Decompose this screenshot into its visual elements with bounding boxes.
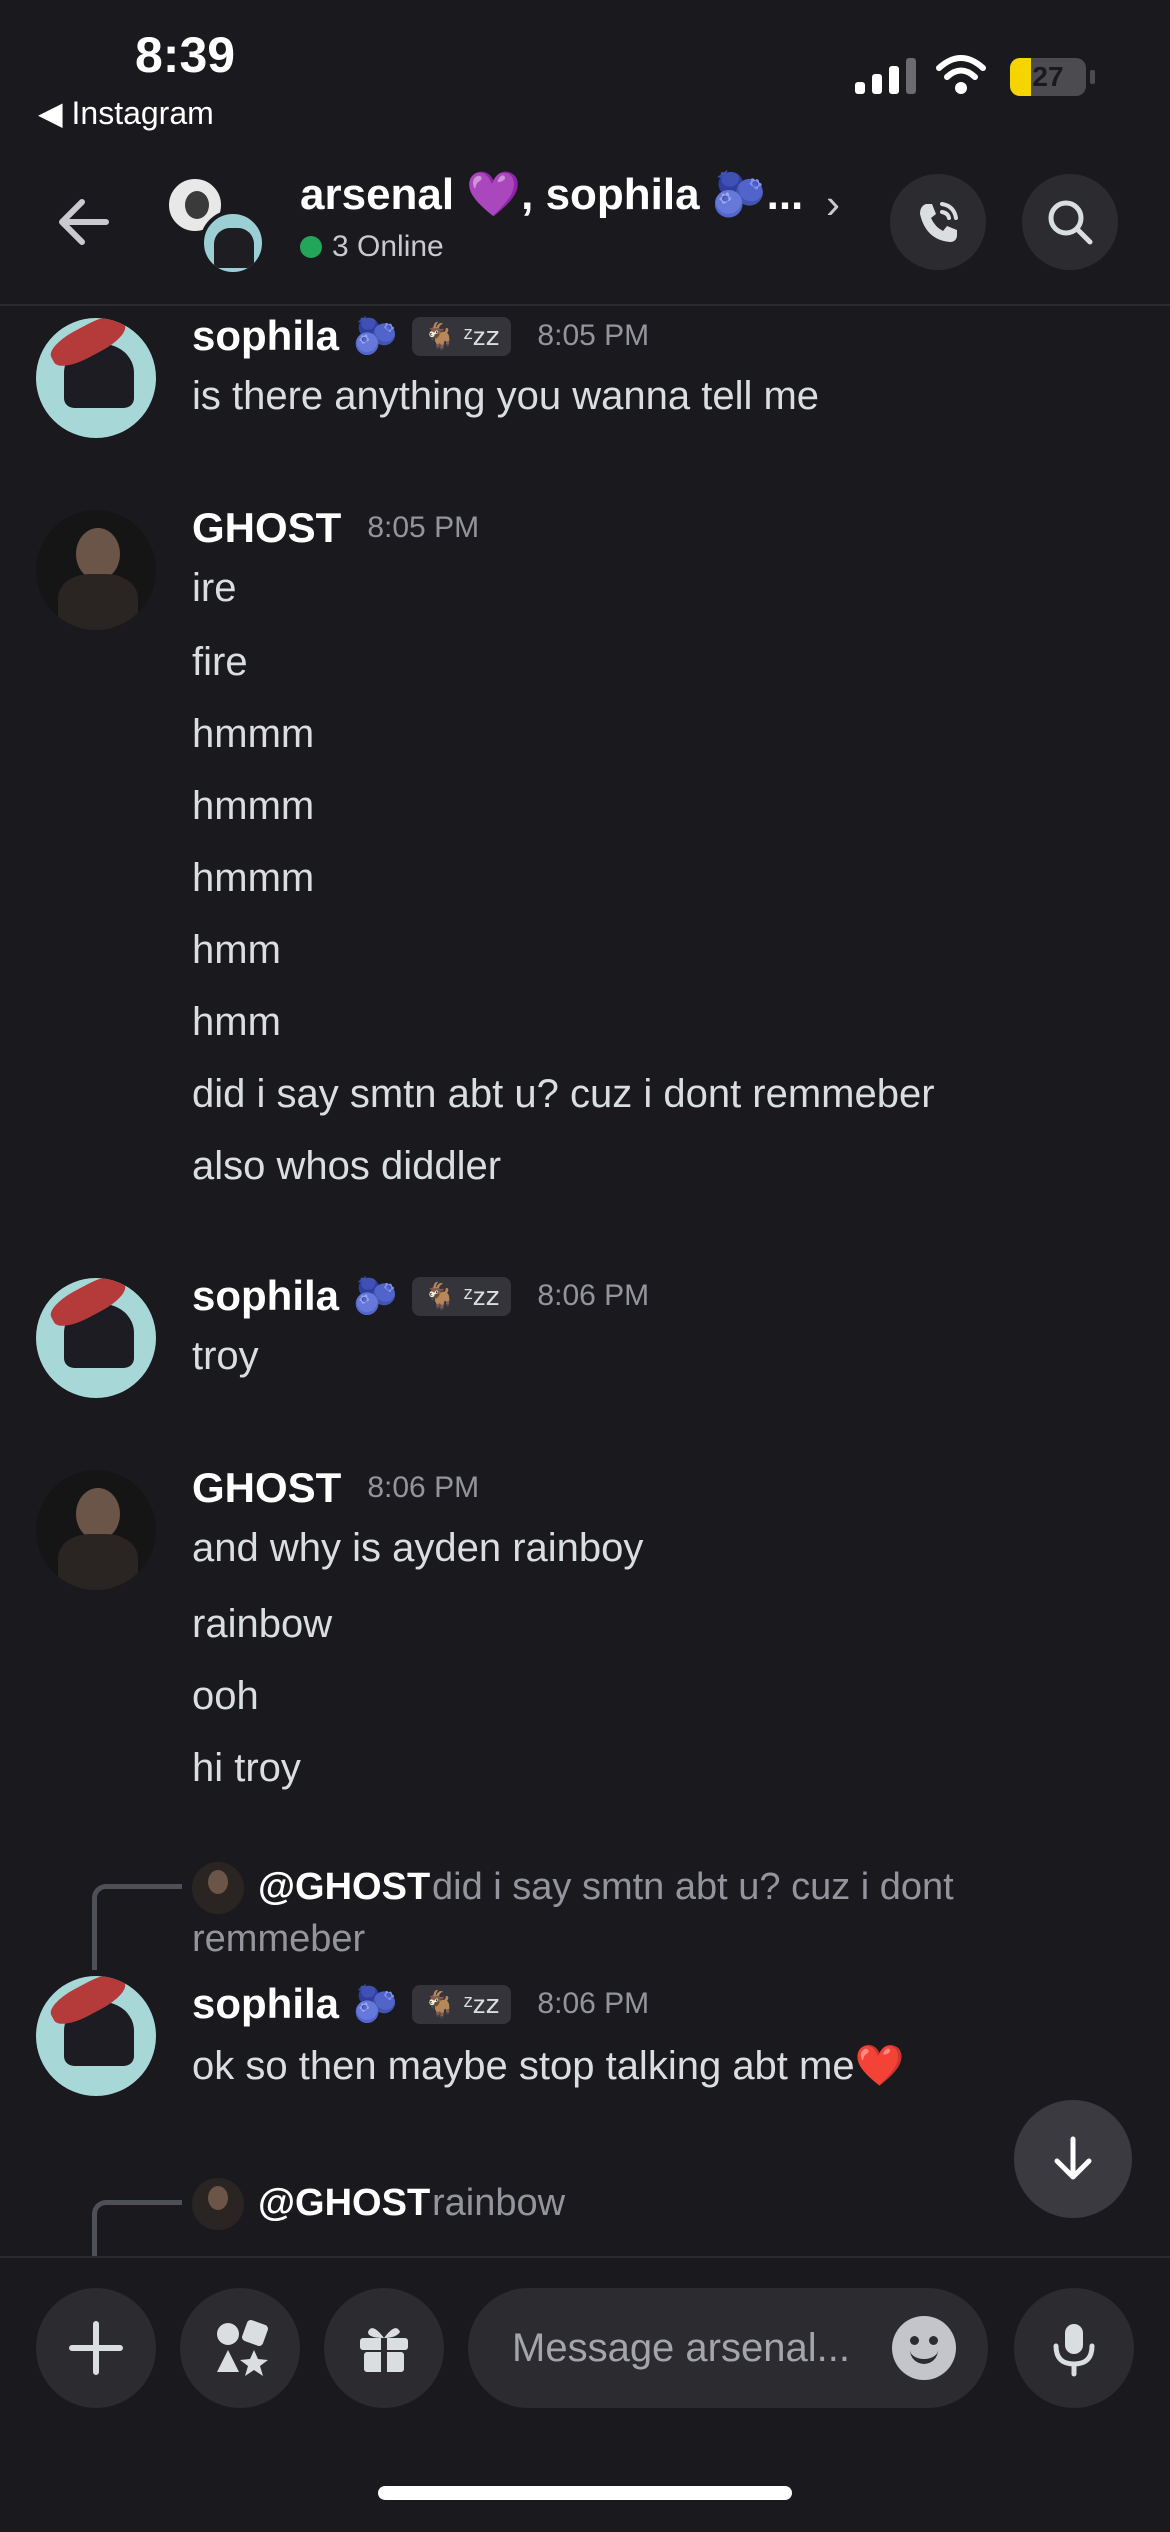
message-text[interactable]: ooh [192,1674,259,1719]
group-avatar-secondary[interactable] [200,210,266,276]
voice-message-button[interactable] [1014,2288,1134,2408]
status-time: 8:39 [135,27,236,83]
message-header: sophila 🫐 🐐 ᶻz𝗓 8:06 PM [192,1272,649,1320]
avatar[interactable] [36,1470,156,1590]
author-name[interactable]: sophila [192,312,339,360]
avatar[interactable] [36,510,156,630]
search-button[interactable] [1022,174,1118,270]
message-text[interactable]: hmmm [192,712,314,757]
timestamp: 8:06 PM [537,1987,650,2020]
channel-header: arsenal 💜, sophila 🫐... › 3 Online [0,150,1170,306]
timestamp: 8:05 PM [367,511,480,544]
reply-preview-continued[interactable]: remmeber [192,1918,365,1961]
author-emoji: 🫐 [353,1983,398,2024]
avatar[interactable] [36,318,156,438]
author-name[interactable]: GHOST [192,1464,341,1512]
message-text[interactable]: hmmm [192,856,314,901]
arrow-down-icon [1054,2136,1092,2180]
plus-icon [69,2321,123,2375]
message-header: GHOST 8:06 PM [192,1464,479,1512]
cellular-signal-icon [855,56,916,94]
gift-icon [360,2328,408,2372]
message-text[interactable]: hmmm [192,784,314,829]
battery-percentage: 27 [1032,61,1064,92]
back-to-instagram-link[interactable]: ◀ Instagram [38,94,214,132]
message-list[interactable]: sophila 🫐 🐐 ᶻz𝗓 8:05 PM is there anythin… [0,308,1170,2258]
emoji-mouth [910,2350,938,2364]
avatar[interactable] [36,1278,156,1398]
apps-icon [217,2320,268,2376]
message-text[interactable]: troy [192,1334,259,1379]
message-text[interactable]: hi troy [192,1746,301,1791]
message-text[interactable]: fire [192,640,248,685]
message-input[interactable] [512,2288,872,2408]
reply-preview[interactable]: did i say smtn abt u? cuz i dont [432,1866,954,1909]
user-tag-badge[interactable]: 🐐 ᶻz𝗓 [411,316,512,356]
author-name[interactable]: sophila [192,1980,339,2028]
reply-preview[interactable]: rainbow [432,2182,565,2225]
message-text[interactable]: ok so then maybe stop talking abt me❤️ [192,2042,904,2089]
message-header: GHOST 8:05 PM [192,504,479,552]
timestamp: 8:06 PM [367,1471,480,1504]
reply-avatar[interactable] [192,1862,244,1914]
battery-icon: 27 [1010,58,1086,96]
avatar[interactable] [36,1976,156,2096]
battery-tip [1090,70,1095,84]
emoji-icon[interactable] [892,2316,956,2380]
user-tag-badge[interactable]: 🐐 ᶻz𝗓 [411,1276,512,1316]
home-indicator[interactable] [378,2486,792,2500]
message-text[interactable]: hmm [192,1000,281,1045]
message-text[interactable]: hmm [192,928,281,973]
reply-avatar[interactable] [192,2178,244,2230]
voice-call-button[interactable] [890,174,986,270]
online-dot-icon [300,236,322,258]
author-name[interactable]: sophila [192,1272,339,1320]
reply-connector [92,2200,182,2258]
online-count: 3 Online [332,230,444,263]
timestamp: 8:05 PM [537,319,650,352]
back-arrow-icon[interactable] [52,190,116,254]
message-composer [0,2256,1170,2532]
author-name[interactable]: GHOST [192,504,341,552]
reply-connector [92,1884,182,1970]
online-status: 3 Online [300,230,444,264]
chevron-right-icon[interactable]: › [826,180,840,228]
message-text[interactable]: is there anything you wanna tell me [192,374,819,419]
wifi-icon [936,55,986,94]
microphone-icon [1053,2324,1095,2377]
message-header: sophila 🫐 🐐 ᶻz𝗓 8:06 PM [192,1980,649,2028]
phone-icon [920,202,958,242]
apps-button[interactable] [180,2288,300,2408]
author-emoji: 🫐 [353,315,398,356]
timestamp: 8:06 PM [537,1279,650,1312]
message-text[interactable]: also whos diddler [192,1144,501,1189]
message-text[interactable]: and why is ayden rainboy [192,1526,643,1571]
reply-author[interactable]: @GHOST [258,2182,430,2225]
message-text[interactable]: ire [192,566,236,611]
message-input-container[interactable] [468,2288,988,2408]
message-header: sophila 🫐 🐐 ᶻz𝗓 8:05 PM [192,312,649,360]
reply-author[interactable]: @GHOST [258,1866,430,1909]
status-bar: 8:39 ◀ Instagram 27 [0,0,1170,140]
search-icon [1048,200,1093,245]
group-title[interactable]: arsenal 💜, sophila 🫐... [300,168,803,220]
message-text[interactable]: rainbow [192,1602,332,1647]
jump-to-latest-button[interactable] [1014,2100,1132,2218]
message-text[interactable]: did i say smtn abt u? cuz i dont remmebe… [192,1072,935,1117]
author-emoji: 🫐 [353,1275,398,1316]
user-tag-badge[interactable]: 🐐 ᶻz𝗓 [411,1984,512,2024]
add-attachment-button[interactable] [36,2288,156,2408]
gift-button[interactable] [324,2288,444,2408]
